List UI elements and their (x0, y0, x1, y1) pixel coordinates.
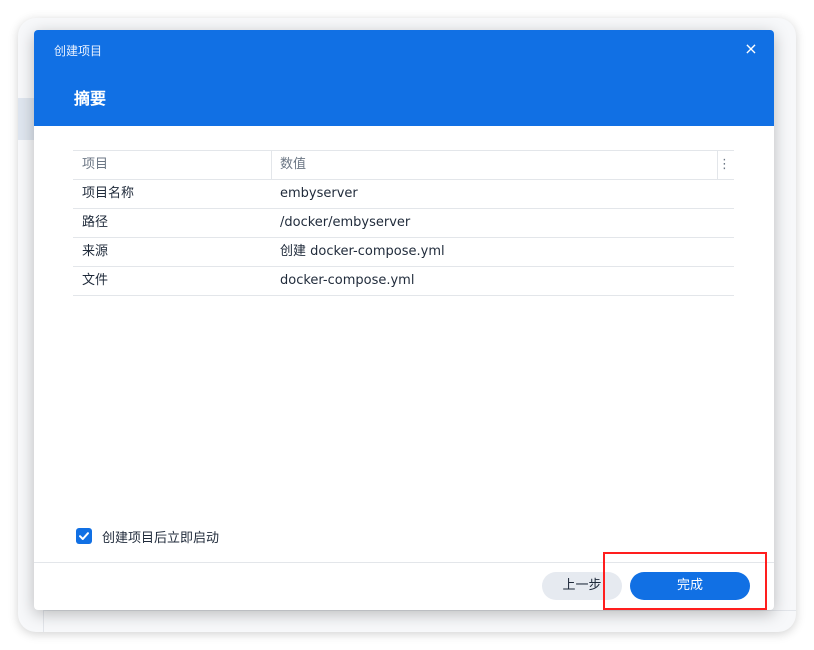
dialog-header: 创建项目 × 摘要 (34, 30, 774, 126)
table-row: 项目名称 embyserver (73, 180, 734, 209)
row-value: docker-compose.yml (280, 273, 415, 288)
start-after-create-option[interactable]: 创建项目后立即启动 (76, 527, 220, 546)
row-item-label: 文件 (82, 273, 109, 288)
start-after-create-label: 创建项目后立即启动 (102, 530, 220, 546)
table-row: 文件 docker-compose.yml (73, 267, 734, 296)
row-value: embyserver (280, 186, 358, 201)
row-value: 创建 docker-compose.yml (280, 244, 445, 259)
row-item-label: 项目名称 (82, 186, 135, 201)
finish-button-highlight (603, 552, 767, 610)
row-value: /docker/embyserver (280, 215, 411, 230)
column-header-value[interactable]: 数值 (280, 151, 306, 179)
checkbox-checked-icon[interactable] (76, 528, 92, 544)
background-divider (43, 610, 796, 611)
table-row: 来源 创建 docker-compose.yml (73, 238, 734, 267)
table-header-row: 项目 数值 ⋮ (73, 151, 734, 180)
row-item-label: 路径 (82, 215, 109, 230)
summary-table: 项目 数值 ⋮ 项目名称 embyserver 路径 /docker/embys… (73, 150, 734, 296)
row-item-label: 来源 (82, 244, 109, 259)
column-header-item[interactable]: 项目 (82, 151, 108, 179)
column-menu-icon[interactable]: ⋮ (718, 151, 731, 179)
background-sidebar-selection (18, 98, 34, 140)
column-divider (271, 151, 272, 179)
table-row: 路径 /docker/embyserver (73, 209, 734, 238)
create-project-dialog: 创建项目 × 摘要 项目 数值 ⋮ 项目名称 embyserver 路径 /do… (34, 30, 774, 610)
dialog-title: 创建项目 (54, 44, 103, 58)
checkmark-icon (79, 532, 89, 540)
step-title: 摘要 (74, 89, 107, 108)
close-icon[interactable]: × (742, 40, 760, 58)
